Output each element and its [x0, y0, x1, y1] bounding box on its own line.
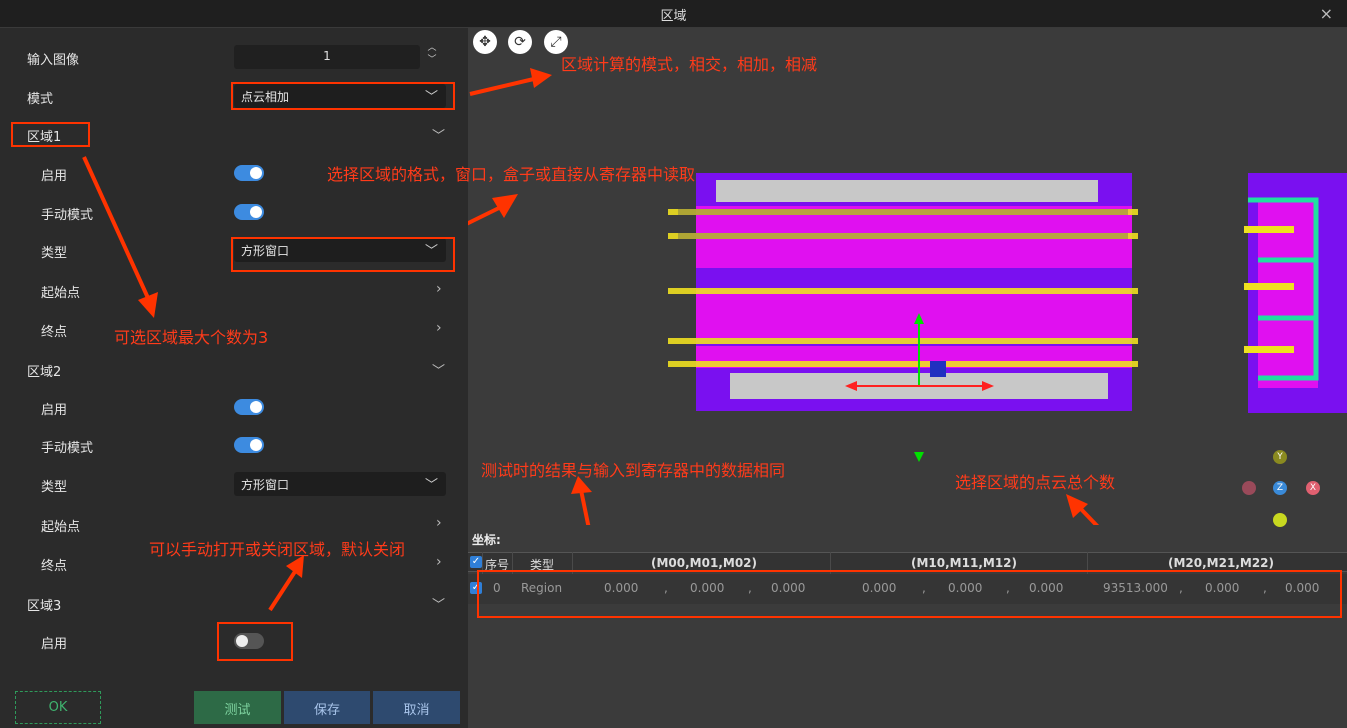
toggle-highlight-box	[217, 622, 293, 661]
toggle-annotation: 可以手动打开或关闭区域，默认关闭	[149, 540, 406, 559]
region3-header[interactable]: 区域3 ﹀	[0, 591, 468, 617]
input-image-spinbox[interactable]: 1	[234, 45, 420, 69]
mode-label: 模式	[27, 92, 54, 107]
region2-label: 区域2	[27, 365, 62, 380]
chevron-right-icon[interactable]: ›	[436, 281, 442, 297]
enable-label: 启用	[41, 169, 68, 184]
type-label: 类型	[41, 246, 68, 261]
region1-manual-toggle[interactable]	[234, 204, 264, 220]
region1-highlight-box	[11, 122, 90, 147]
x-axis-indicator[interactable]: X	[1306, 481, 1320, 495]
region2-enable-toggle[interactable]	[234, 399, 264, 415]
window-title: 区域	[660, 9, 687, 24]
type-annotation: 选择区域的格式，窗口，盒子或直接从寄存器中读取	[327, 165, 696, 184]
end-point-label: 终点	[41, 559, 68, 574]
point-cloud-render	[468, 68, 1347, 525]
region3-label: 区域3	[27, 599, 62, 614]
ok-button[interactable]: OK	[15, 691, 101, 724]
input-image-value: 1	[323, 49, 331, 63]
mode-annotation: 区域计算的模式，相交，相加，相减	[561, 55, 818, 74]
chevron-right-icon[interactable]: ›	[436, 554, 442, 570]
col-m0: (M00,M01,M02)	[651, 556, 758, 570]
type-label: 类型	[41, 480, 68, 495]
region2-start-row[interactable]: 起始点 ›	[0, 512, 468, 538]
start-point-label: 起始点	[41, 520, 81, 535]
region2-header[interactable]: 区域2 ﹀	[0, 357, 468, 383]
save-button[interactable]: 保存	[284, 691, 370, 724]
table-header: ✓ 序号 类型 (M00,M01,M02) (M10,M11,M12) (M20…	[468, 552, 1347, 572]
col-m2: (M20,M21,M22)	[1168, 556, 1275, 570]
result-annotation: 测试时的结果与输入到寄存器中的数据相同	[481, 461, 786, 480]
coords-title: 坐标:	[472, 533, 501, 547]
region1-start-row[interactable]: 起始点 ›	[0, 278, 468, 304]
input-image-row: 输入图像 1 ︿ ﹀	[0, 42, 468, 71]
start-point-label: 起始点	[41, 286, 81, 301]
cancel-button[interactable]: 取消	[373, 691, 460, 724]
region2-type-row: 类型 方形窗口 ﹀	[0, 472, 468, 498]
select-all-checkbox[interactable]: ✓	[470, 556, 482, 568]
manual-label: 手动模式	[41, 441, 94, 456]
col-m1: (M10,M11,M12)	[911, 556, 1018, 570]
end-point-label: 终点	[41, 325, 68, 340]
chevron-down-icon[interactable]: ﹀	[432, 125, 445, 144]
enable-label: 启用	[41, 637, 68, 652]
enable-label: 启用	[41, 403, 68, 418]
region2-manual-row: 手动模式	[0, 433, 468, 459]
chevron-down-icon[interactable]: ﹀	[432, 594, 445, 613]
chevron-down-icon[interactable]: ﹀	[432, 360, 445, 379]
region2-type-select[interactable]: 方形窗口 ﹀	[234, 472, 446, 496]
max-regions-annotation: 可选区域最大个数为3	[114, 328, 269, 347]
viewer-panel: ✥ ⟳ ⤢ Y Z X 坐标: ✓ 序号 类型 (M00,M01,M02) (M…	[468, 28, 1347, 728]
test-button[interactable]: 测试	[194, 691, 281, 724]
close-icon[interactable]: ×	[1320, 4, 1333, 23]
title-bar: 区域 ×	[0, 0, 1347, 28]
y-axis-indicator[interactable]: Y	[1273, 450, 1287, 464]
manual-label: 手动模式	[41, 208, 94, 223]
input-image-label: 输入图像	[27, 53, 80, 68]
result-highlight-box	[477, 570, 1342, 618]
region1-enable-toggle[interactable]	[234, 165, 264, 181]
neg-x-axis-indicator[interactable]	[1242, 481, 1256, 495]
region1-manual-row: 手动模式	[0, 200, 468, 226]
neg-y-axis-indicator[interactable]	[1273, 513, 1287, 527]
chevron-right-icon[interactable]: ›	[436, 320, 442, 336]
type-value: 方形窗口	[241, 478, 290, 492]
chevron-down-icon: ﹀	[424, 478, 438, 493]
chevron-right-icon[interactable]: ›	[436, 515, 442, 531]
spin-arrows-icon[interactable]: ︿ ﹀	[426, 42, 438, 66]
count-annotation: 选择区域的点云总个数	[955, 473, 1116, 492]
type-highlight-box	[231, 237, 455, 272]
region2-manual-toggle[interactable]	[234, 437, 264, 453]
region2-enable-row: 启用	[0, 395, 468, 421]
point-cloud-viewer[interactable]: ✥ ⟳ ⤢ Y Z X	[468, 28, 1347, 527]
z-axis-indicator[interactable]: Z	[1273, 481, 1287, 495]
mode-highlight-box	[231, 82, 455, 110]
